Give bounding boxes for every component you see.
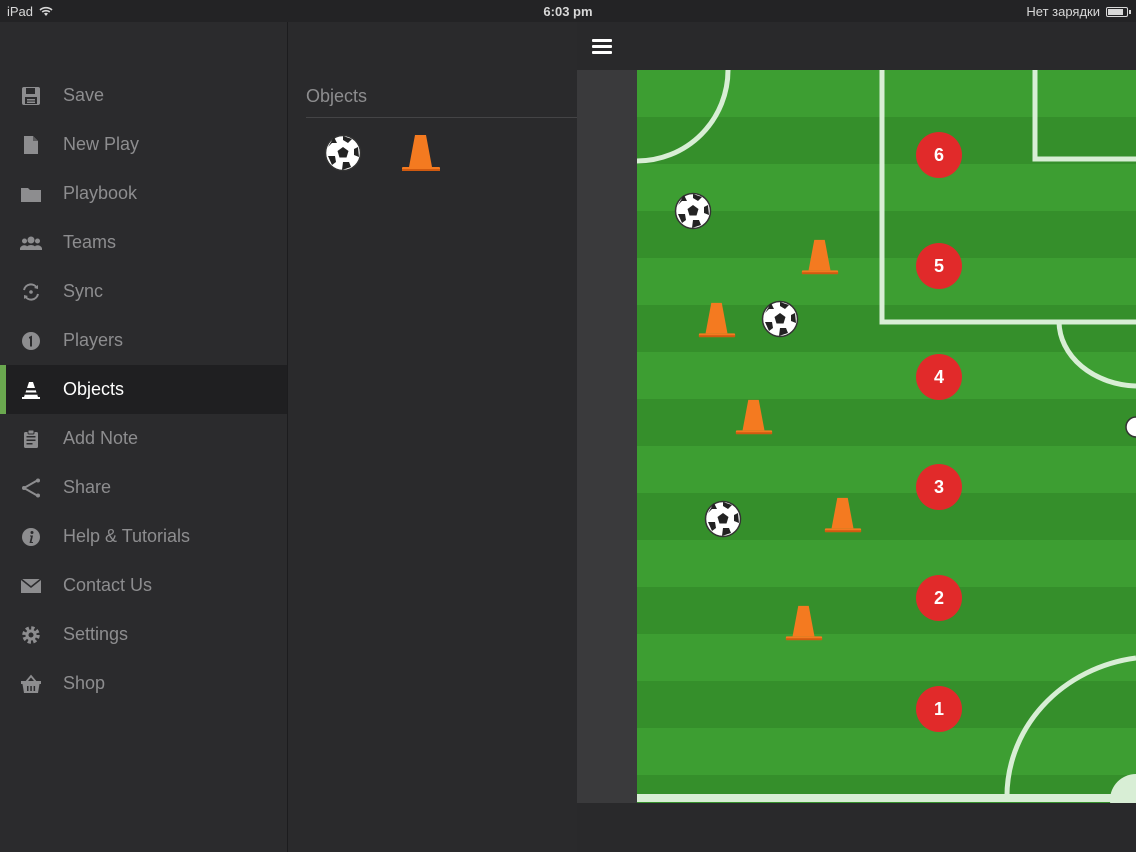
player-number: 3 [933, 476, 944, 497]
player-number: 2 [933, 587, 944, 608]
document-icon [20, 134, 42, 156]
menu-item-teams[interactable]: Teams [0, 218, 287, 267]
menu-item-players[interactable]: Players [0, 316, 287, 365]
menu-item-save[interactable]: Save [0, 71, 287, 120]
menu-item-playbook[interactable]: Playbook [0, 169, 287, 218]
field-gutter [577, 70, 637, 803]
cone-icon [20, 379, 42, 401]
player-token[interactable]: 2 [916, 575, 962, 621]
menu-item-label: New Play [63, 134, 140, 154]
cone[interactable] [823, 494, 863, 541]
player-number: 6 [933, 144, 944, 165]
top-bar [577, 22, 1136, 70]
soccer-ball[interactable] [674, 192, 712, 235]
app-root: iPad 6:03 pm Нет зарядки Save New Play P… [0, 0, 1136, 852]
menu-item-label: Add Note [63, 428, 139, 448]
clipboard-icon [20, 428, 42, 450]
menu-item-label: Contact Us [63, 575, 153, 595]
soccer-ball-icon [674, 192, 712, 230]
menu-item-label: Help & Tutorials [63, 526, 191, 546]
clock: 6:03 pm [543, 4, 593, 19]
player-number: 5 [933, 255, 944, 276]
cone-icon [785, 605, 823, 641]
menu-item-label: Players [63, 330, 124, 350]
menu-item-label: Save [63, 85, 105, 105]
soccer-ball-icon [704, 500, 742, 538]
menu-item-add-note[interactable]: Add Note [0, 414, 287, 463]
menu-item-label: Objects [63, 379, 125, 399]
objects-panel: Objects [287, 22, 578, 852]
menu-item-label: Shop [63, 673, 106, 693]
soccer-field[interactable]: 6 5 4 3 2 1 [637, 70, 1136, 803]
soccer-ball-icon [761, 300, 799, 338]
player-token[interactable]: 6 [916, 132, 962, 178]
soccer-ball[interactable] [704, 500, 742, 543]
save-icon [20, 85, 42, 107]
menu-item-sync[interactable]: Sync [0, 267, 287, 316]
number-one-icon [20, 330, 42, 352]
player-token[interactable]: 4 [916, 354, 962, 400]
soccer-ball[interactable] [761, 300, 799, 343]
divider [306, 117, 578, 118]
folder-icon [20, 183, 42, 205]
cone-icon [735, 399, 773, 435]
panel-title: Objects [306, 86, 368, 106]
palette-cone[interactable] [400, 132, 442, 179]
basket-icon [20, 673, 42, 695]
users-icon [20, 232, 42, 254]
cone[interactable] [800, 236, 840, 283]
cone-icon [698, 302, 736, 338]
menu-item-share[interactable]: Share [0, 463, 287, 512]
player-token[interactable]: 5 [916, 243, 962, 289]
gear-icon [20, 624, 42, 646]
cone[interactable] [734, 396, 774, 443]
soccer-ball-icon [324, 134, 362, 172]
side-menu: Save New Play Playbook Teams Sync Player… [0, 22, 295, 852]
cone[interactable] [697, 299, 737, 346]
info-icon [20, 526, 42, 548]
menu-icon[interactable] [592, 39, 612, 55]
player-token[interactable]: 1 [916, 686, 962, 732]
menu-item-label: Sync [63, 281, 104, 301]
player-token[interactable]: 3 [916, 464, 962, 510]
cone-icon [824, 497, 862, 533]
field-lines [637, 70, 1136, 803]
cone[interactable] [784, 602, 824, 649]
battery-icon [1106, 6, 1131, 17]
player-number: 4 [933, 366, 944, 387]
sync-icon [20, 281, 42, 303]
menu-item-new-play[interactable]: New Play [0, 120, 287, 169]
menu-item-label: Settings [63, 624, 129, 644]
menu-item-contact[interactable]: Contact Us [0, 561, 287, 610]
menu-item-shop[interactable]: Shop [0, 659, 287, 708]
charging-status: Нет зарядки [1026, 4, 1100, 19]
field-bottom-bar [577, 803, 1136, 852]
menu-item-label: Share [63, 477, 112, 497]
status-bar: iPad 6:03 pm Нет зарядки [0, 0, 1136, 22]
cone-icon [402, 135, 440, 171]
palette-soccer-ball[interactable] [324, 134, 362, 177]
menu-item-help[interactable]: Help & Tutorials [0, 512, 287, 561]
player-number: 1 [933, 698, 944, 719]
menu-item-settings[interactable]: Settings [0, 610, 287, 659]
menu-item-label: Playbook [63, 183, 138, 203]
cone-icon [801, 239, 839, 275]
share-icon [20, 477, 42, 499]
menu-item-label: Teams [63, 232, 117, 252]
menu-item-objects[interactable]: Objects [0, 365, 295, 414]
mail-icon [20, 575, 42, 597]
